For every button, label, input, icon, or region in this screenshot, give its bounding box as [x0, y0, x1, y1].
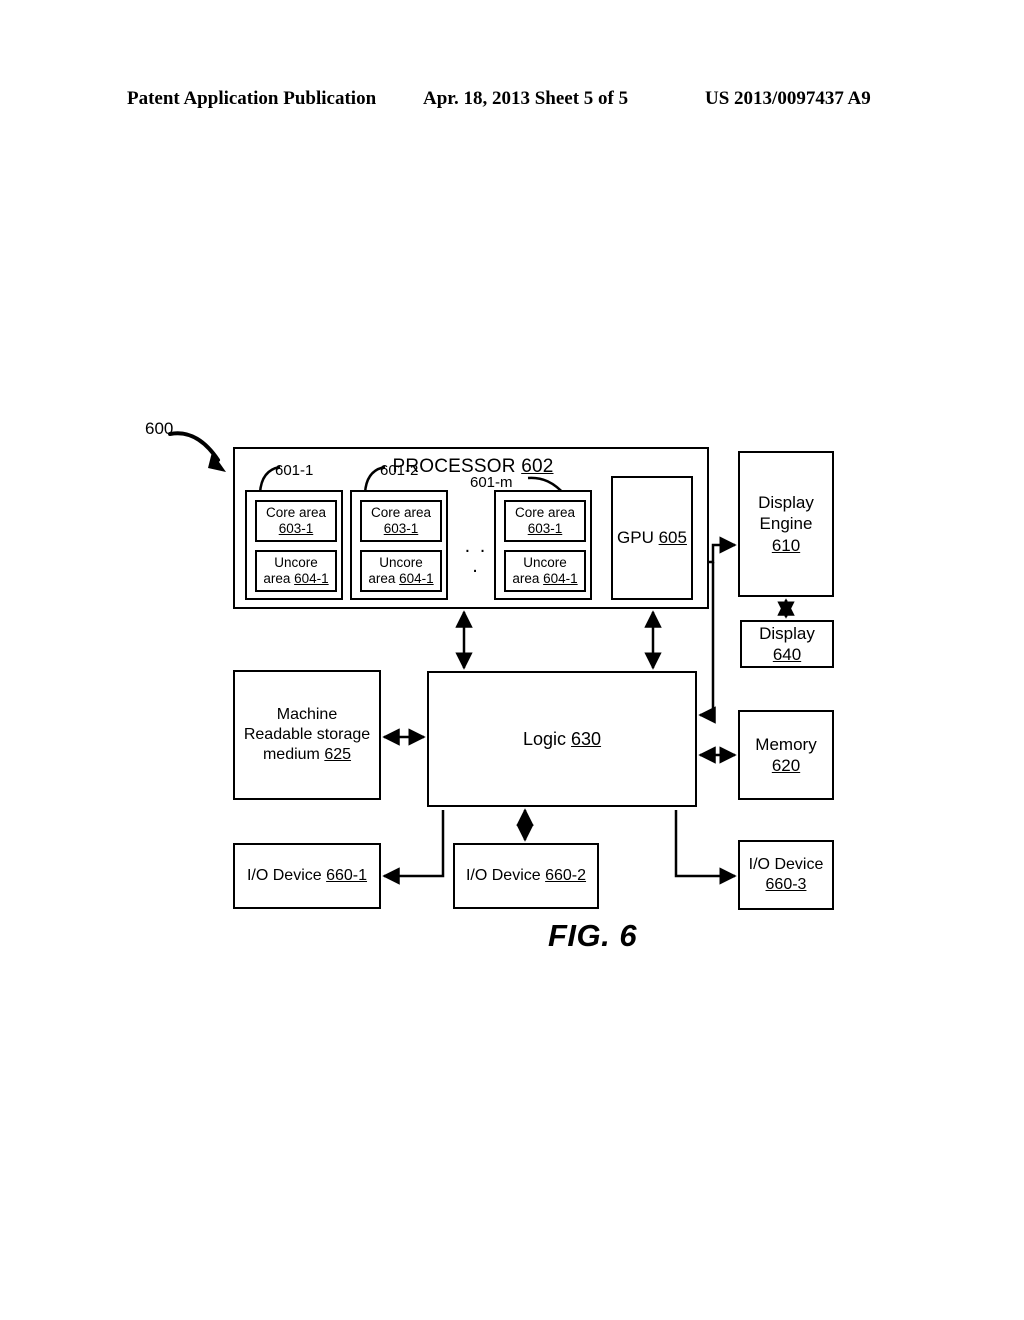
- connector-logic-io1: [382, 810, 445, 885]
- io-device-3-label: I/O Device 660-3: [748, 856, 824, 893]
- io-device-2-label: I/O Device 660-2: [465, 867, 587, 884]
- io-device-2-block: I/O Device 660-2: [453, 843, 599, 909]
- gpu-label: GPU 605: [617, 528, 687, 548]
- uncore-area-label-2: Uncore area 604-1: [368, 554, 434, 586]
- core-group-601-2: Core area 603-1 Uncore area 604-1: [350, 490, 448, 600]
- machine-readable-storage-medium-block: Machine Readable storage medium 625: [233, 670, 381, 800]
- display-engine-label: Display Engine 610: [758, 493, 814, 555]
- display-engine-block: Display Engine 610: [738, 451, 834, 597]
- io-device-1-block: I/O Device 660-1: [233, 843, 381, 909]
- machine-readable-storage-medium-label: Machine Readable storage medium 625: [243, 706, 371, 763]
- connector-logic-io3: [674, 810, 737, 885]
- processor-title-ref: 602: [521, 456, 554, 477]
- core-area-label-2: Core area 603-1: [370, 504, 432, 536]
- uncore-area-box-1: Uncore area 604-1: [255, 550, 337, 592]
- uncore-area-label-m: Uncore area 604-1: [512, 554, 578, 586]
- core-group-601-m: Core area 603-1 Uncore area 604-1: [494, 490, 592, 600]
- figure-6-diagram: 600 PROCESSOR 602 601-1 601-2 601-m Core…: [0, 0, 1024, 1320]
- logic-label: Logic 630: [522, 728, 602, 749]
- connector-processor-display-engine: [709, 536, 737, 564]
- uncore-area-label-1: Uncore area 604-1: [263, 554, 329, 586]
- core-area-box-m: Core area 603-1: [504, 500, 586, 542]
- uncore-area-box-m: Uncore area 604-1: [504, 550, 586, 592]
- core-area-box-2: Core area 603-1: [360, 500, 442, 542]
- memory-label: Memory 620: [755, 734, 817, 775]
- core-area-label-1: Core area 603-1: [265, 504, 327, 536]
- display-label: Display 640: [759, 623, 815, 664]
- gpu-block: GPU 605: [611, 476, 693, 600]
- core-lead-label-601-m: 601-m: [470, 474, 513, 491]
- memory-block: Memory 620: [738, 710, 834, 800]
- core-group-601-1: Core area 603-1 Uncore area 604-1: [245, 490, 343, 600]
- figure-caption: FIG. 6: [548, 918, 638, 953]
- display-block: Display 640: [740, 620, 834, 668]
- io-device-1-label: I/O Device 660-1: [246, 867, 368, 884]
- core-area-box-1: Core area 603-1: [255, 500, 337, 542]
- logic-block: Logic 630: [427, 671, 697, 807]
- core-area-label-m: Core area 603-1: [514, 504, 576, 536]
- system-reference-arrow-icon: [168, 431, 226, 472]
- uncore-area-box-2: Uncore area 604-1: [360, 550, 442, 592]
- connector-lines: [382, 536, 795, 885]
- core-ellipsis: . . .: [464, 535, 488, 577]
- io-device-3-block: I/O Device 660-3: [738, 840, 834, 910]
